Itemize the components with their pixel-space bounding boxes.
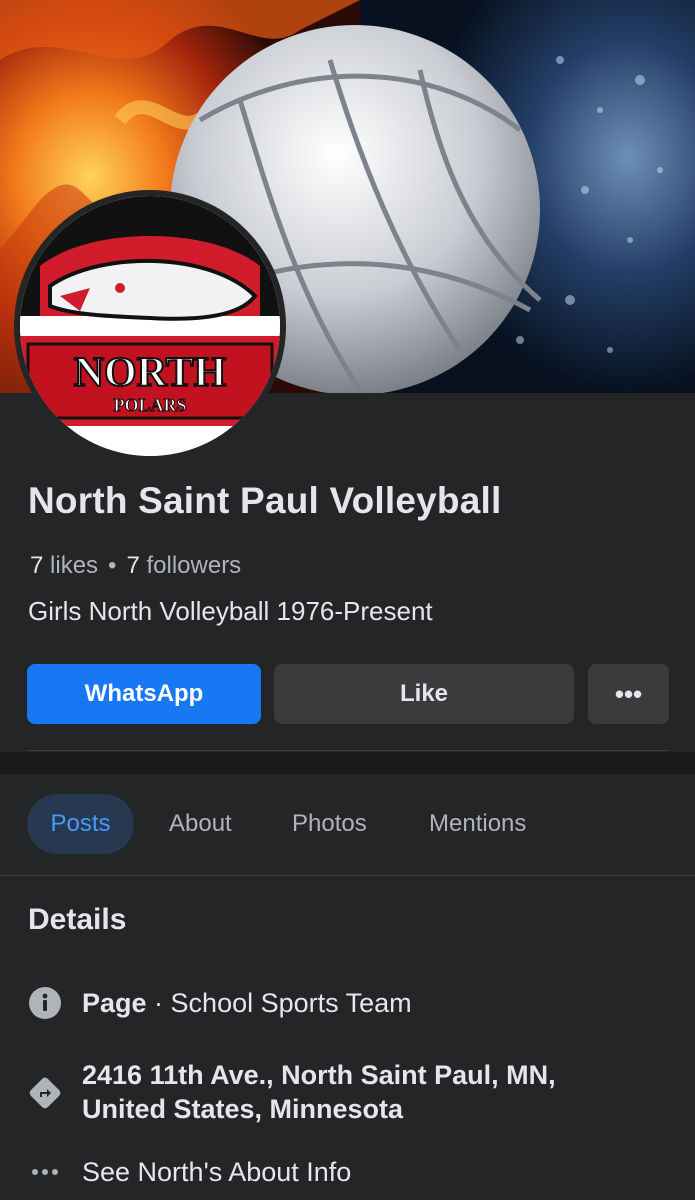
details-category-row: Page · School Sports Team: [28, 986, 412, 1020]
tab-mentions[interactable]: Mentions: [429, 794, 526, 854]
profile-tabs: Posts About Photos Mentions: [0, 774, 695, 876]
like-button-label: Like: [399, 680, 449, 707]
directions-icon: [29, 1077, 61, 1109]
page-stats: 7 likes • 7 followers: [30, 552, 241, 580]
tab-about[interactable]: About: [169, 794, 232, 854]
avatar-logo: NORTH POLARS: [20, 196, 280, 456]
stats-separator: •: [108, 552, 117, 579]
address-line-1: 2416 11th Ave., North Saint Paul, MN,: [82, 1060, 556, 1090]
info-icon: [29, 987, 61, 1019]
address-line-2: United States, Minnesota: [82, 1094, 404, 1124]
more-dots-icon: [32, 1169, 58, 1175]
tab-posts[interactable]: Posts: [27, 794, 134, 854]
page-title: North Saint Paul Volleyball: [28, 480, 502, 521]
details-about-row[interactable]: See North's About Info: [28, 1155, 351, 1189]
like-button[interactable]: Like: [274, 664, 574, 724]
category-prefix: Page: [82, 988, 147, 1018]
page-bio: Girls North Volleyball 1976-Present: [28, 596, 433, 626]
logo-north-text: NORTH: [74, 350, 227, 396]
details-address-row[interactable]: 2416 11th Ave., North Saint Paul, MN, Un…: [28, 1058, 556, 1126]
see-about-link: See North's About Info: [82, 1157, 352, 1187]
polar-bear-logo-icon: NORTH POLARS: [20, 196, 280, 456]
profile-avatar[interactable]: NORTH POLARS: [14, 190, 286, 462]
details-heading: Details: [28, 903, 127, 936]
category-text: · School Sports Team: [146, 988, 412, 1018]
divider: [0, 875, 695, 876]
tab-photos[interactable]: Photos: [292, 794, 367, 854]
divider: [27, 750, 668, 751]
whatsapp-button[interactable]: WhatsApp: [27, 664, 261, 724]
likes-count: 7: [30, 552, 44, 579]
likes-label[interactable]: likes: [50, 552, 98, 579]
followers-label[interactable]: followers: [146, 552, 241, 579]
followers-count: 7: [126, 552, 140, 579]
more-dots-icon: •••: [614, 678, 643, 709]
section-gap: [0, 752, 695, 774]
more-options-button[interactable]: •••: [588, 664, 669, 724]
logo-polars-text: POLARS: [113, 395, 186, 415]
whatsapp-button-label: WhatsApp: [84, 680, 204, 707]
